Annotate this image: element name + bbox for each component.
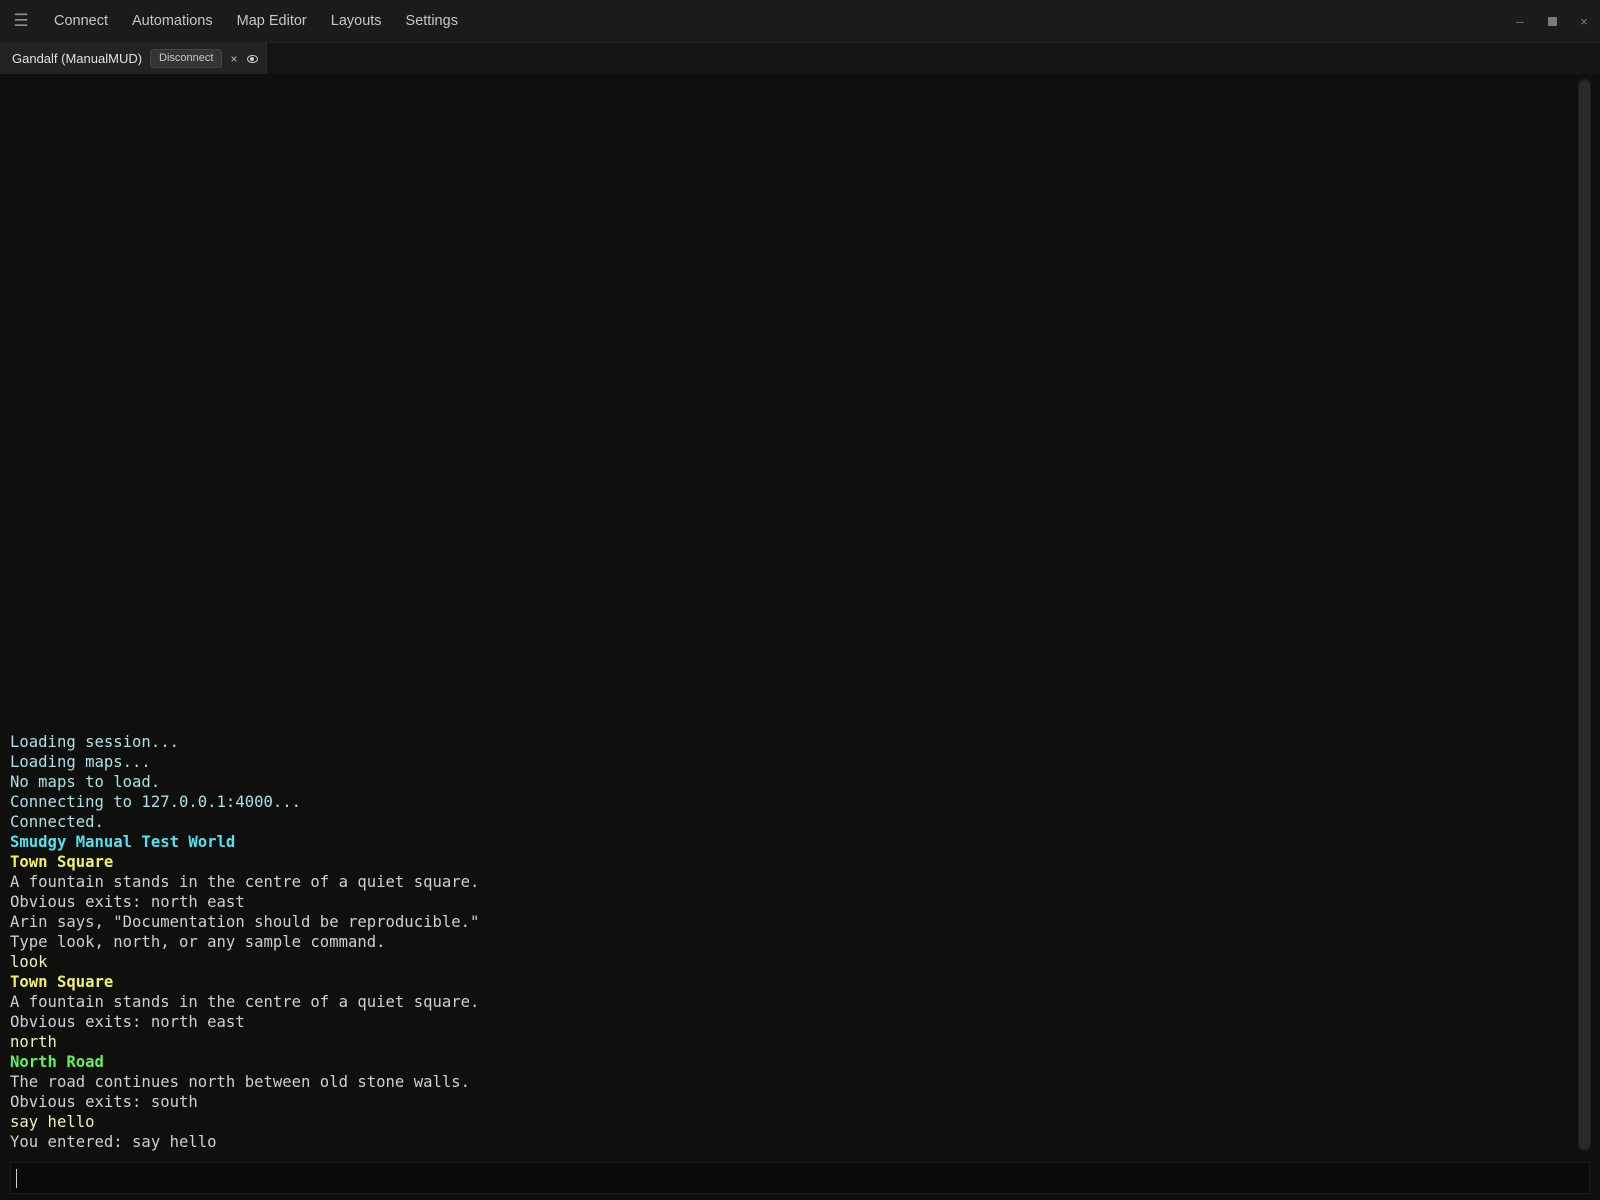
scrollbar-thumb[interactable] [1579, 81, 1590, 1149]
output-line: Loading maps... [10, 753, 151, 771]
output-line: A fountain stands in the centre of a qui… [10, 993, 480, 1011]
output-line: Obvious exits: south [10, 1093, 198, 1111]
menu-automations[interactable]: Automations [120, 0, 225, 43]
minimize-icon[interactable]: – [1504, 0, 1536, 43]
session-tab-title[interactable]: Gandalf (ManualMUD) [12, 51, 142, 66]
close-window-icon[interactable]: × [1568, 0, 1600, 43]
menu-settings[interactable]: Settings [394, 0, 470, 43]
menu-map-editor[interactable]: Map Editor [225, 0, 319, 43]
session-tab[interactable]: Gandalf (ManualMUD) Disconnect × [0, 43, 268, 74]
output-line: Obvious exits: north east [10, 1013, 245, 1031]
hamburger-menu-icon[interactable]: ☰ [0, 0, 42, 43]
eye-icon[interactable] [247, 54, 259, 63]
terminal-output: Loading session... Loading maps... No maps… [0, 74, 1578, 1158]
output-line: north [10, 1033, 57, 1051]
output-line: Loading session... [10, 733, 179, 751]
output-line: Connecting to 127.0.0.1:4000... [10, 793, 302, 811]
command-input[interactable] [11, 1163, 1589, 1193]
session-tab-bar: Gandalf (ManualMUD) Disconnect × [0, 43, 1600, 74]
output-line: North Road [10, 1053, 104, 1071]
output-line: You entered: say hello [10, 1133, 217, 1151]
output-line: No maps to load. [10, 773, 161, 791]
output-line: Town Square [10, 973, 114, 991]
output-scrollbar[interactable] [1578, 79, 1591, 1151]
output-line: Obvious exits: north east [10, 893, 245, 911]
output-line: Connected. [10, 813, 104, 831]
output-line: Arin says, "Documentation should be repr… [10, 913, 480, 931]
disconnect-button[interactable]: Disconnect [150, 49, 223, 68]
window-controls: – × [1504, 0, 1600, 43]
output-line: look [10, 953, 48, 971]
output-line: The road continues north between old sto… [10, 1073, 471, 1091]
output-line: Town Square [10, 853, 114, 871]
menu-connect[interactable]: Connect [42, 0, 120, 43]
menu-layouts[interactable]: Layouts [319, 0, 394, 43]
text-caret [16, 1169, 17, 1188]
output-line: Type look, north, or any sample command. [10, 933, 386, 951]
output-line: Smudgy Manual Test World [10, 833, 236, 851]
output-line: say hello [10, 1113, 95, 1131]
command-input-area [10, 1162, 1590, 1194]
menu-bar: ☰ Connect Automations Map Editor Layouts… [0, 0, 1600, 43]
close-tab-icon[interactable]: × [230, 52, 237, 66]
output-line: A fountain stands in the centre of a qui… [10, 873, 480, 891]
maximize-icon[interactable] [1536, 0, 1568, 43]
